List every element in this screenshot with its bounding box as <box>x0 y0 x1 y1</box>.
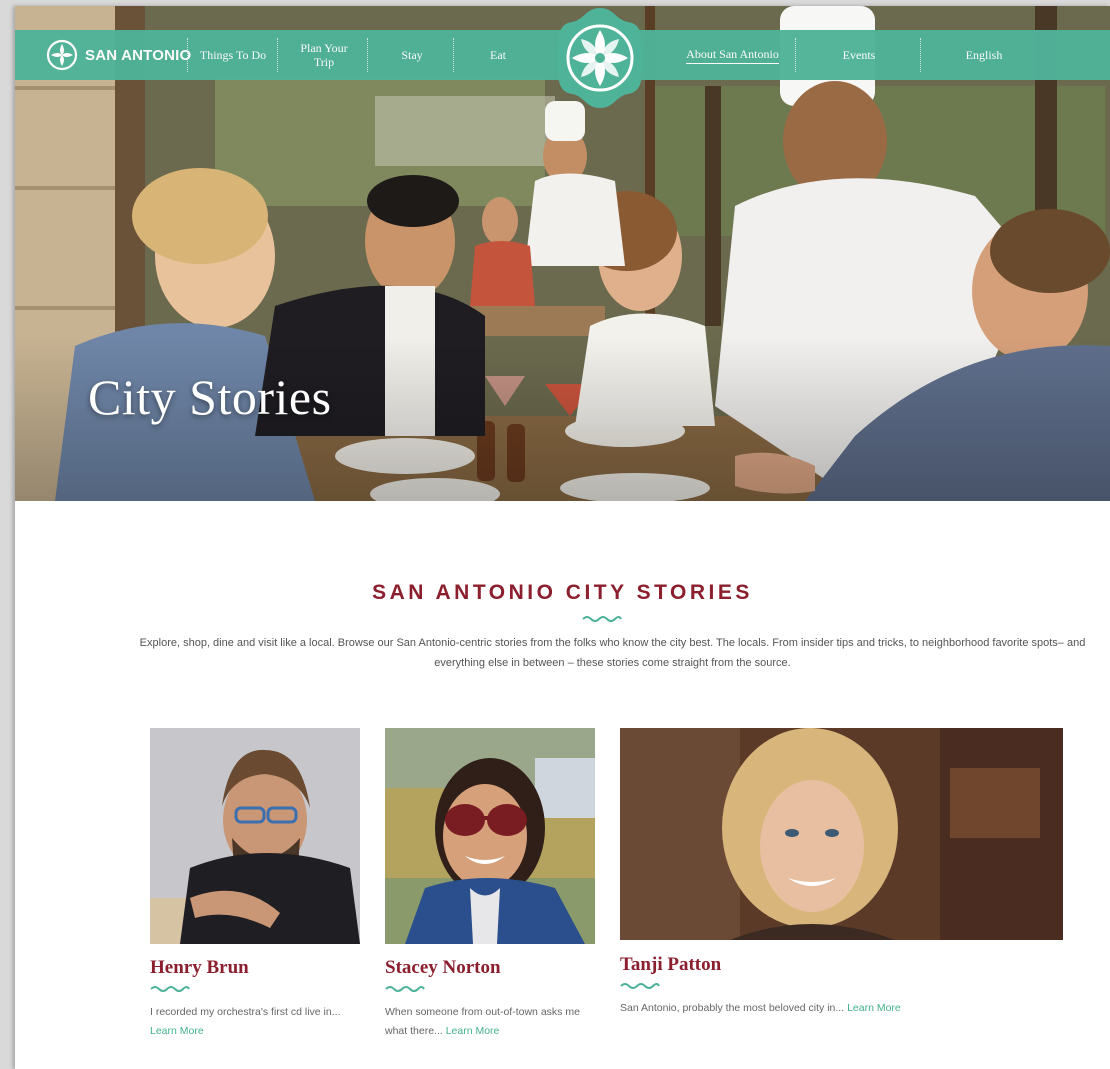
floral-star-icon <box>46 39 78 71</box>
portrait-image <box>150 728 360 944</box>
site-logo[interactable]: SAN ANTONIO <box>45 39 191 71</box>
story-name[interactable]: Stacey Norton <box>385 957 501 979</box>
floral-badge-icon[interactable] <box>556 6 644 110</box>
story-excerpt-text: San Antonio, probably the most beloved c… <box>620 1002 845 1014</box>
section-heading: SAN ANTONIO CITY STORIES <box>372 581 753 604</box>
hero-title: City Stories <box>88 369 332 425</box>
nav-label: Things To Do <box>199 48 267 62</box>
nav-label: Plan Your Trip <box>300 41 348 69</box>
nav-item-stay[interactable]: Stay <box>371 30 453 80</box>
story-name[interactable]: Tanji Patton <box>620 954 721 976</box>
nav-label: About San Antonio <box>686 47 779 64</box>
portrait-image <box>385 728 595 944</box>
story-name[interactable]: Henry Brun <box>150 957 249 979</box>
portrait-image <box>620 728 1063 940</box>
nav-language-select[interactable]: English <box>924 30 1044 80</box>
story-photo-tanji-patton[interactable] <box>620 728 1063 940</box>
nav-label: Eat <box>490 48 506 62</box>
story-excerpt: San Antonio, probably the most beloved c… <box>620 999 1060 1018</box>
page: City Stories SAN ANTONIO Things To Do Pl… <box>15 6 1110 1069</box>
wave-squiggle-icon <box>582 616 622 622</box>
nav-label: Events <box>842 48 876 62</box>
wave-squiggle-icon <box>620 983 660 989</box>
nav-divider <box>187 38 188 72</box>
nav-item-about-san-antonio[interactable]: About San Antonio <box>670 30 795 80</box>
wave-squiggle-icon <box>385 986 425 992</box>
story-excerpt-text: I recorded my orchestra's first cd live … <box>150 1006 341 1018</box>
nav-label: English <box>965 48 1003 62</box>
story-excerpt: When someone from out-of-town asks me wh… <box>385 1003 590 1041</box>
story-photo-stacey-norton[interactable] <box>385 728 595 944</box>
learn-more-link[interactable]: Learn More <box>847 1002 901 1014</box>
nav-item-plan-your-trip[interactable]: Plan Your Trip <box>281 30 367 80</box>
nav-divider <box>277 38 278 72</box>
learn-more-link[interactable]: Learn More <box>446 1025 500 1037</box>
nav-divider <box>920 38 921 72</box>
learn-more-link[interactable]: Learn More <box>150 1025 204 1037</box>
nav-divider <box>367 38 368 72</box>
story-excerpt: I recorded my orchestra's first cd live … <box>150 1003 365 1041</box>
intro-paragraph: Explore, shop, dine and visit like a loc… <box>139 637 1086 669</box>
nav-label: Stay <box>401 48 423 62</box>
nav-item-events[interactable]: Events <box>799 30 919 80</box>
nav-divider <box>453 38 454 72</box>
nav-divider <box>795 38 796 72</box>
logo-text: SAN ANTONIO <box>85 46 192 64</box>
nav-item-eat[interactable]: Eat <box>457 30 539 80</box>
wave-squiggle-icon <box>150 986 190 992</box>
story-photo-henry-brun[interactable] <box>150 728 360 944</box>
nav-item-things-to-do[interactable]: Things To Do <box>191 30 275 80</box>
